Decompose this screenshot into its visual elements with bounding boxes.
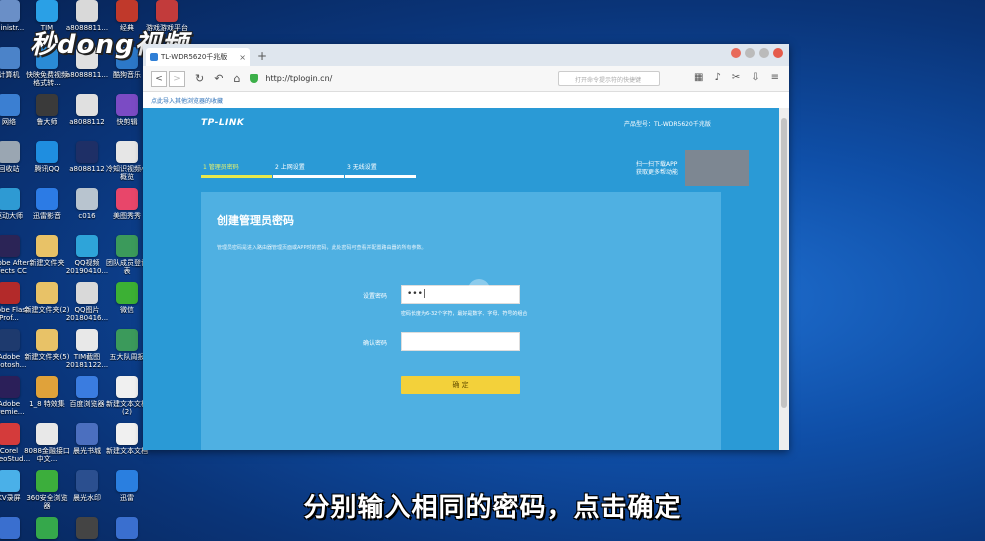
desktop-icon-image (76, 141, 98, 163)
desktop-icon-image (0, 0, 20, 22)
desktop-icon-image (36, 376, 58, 398)
desktop-icon-image (76, 282, 98, 304)
router-setup-page: TP-LINK 产品型号：TL-WDR5620千兆版 1 管理员密码 2 上网设… (143, 108, 779, 450)
menu-icon[interactable]: ≡ (771, 72, 779, 83)
browser-window: TL-WDR5620千兆版 × + < > ↻ ↶ ⌂ http://tplog… (143, 44, 789, 450)
user-avatar-icon[interactable] (731, 48, 741, 58)
desktop-icon-image (116, 188, 138, 210)
desktop-icon-image (0, 188, 20, 210)
desktop-icon-image (116, 235, 138, 257)
desktop-icon-image (36, 141, 58, 163)
app-download-text: 扫一扫下载APP 获取更多帮动能 (636, 161, 678, 177)
desktop-icon-image (36, 423, 58, 445)
step-label: 2 上网设置 (275, 164, 305, 171)
tab-bar: TL-WDR5620千兆版 × + (143, 44, 789, 66)
desktop-icon-image (36, 329, 58, 351)
desktop-icon-image (116, 94, 138, 116)
mouse-cursor-highlight (468, 279, 490, 301)
desktop-icon-image (156, 0, 178, 22)
confirm-button[interactable]: 确 定 (401, 376, 520, 394)
desktop-icon-image (0, 141, 20, 163)
app-download-line: 获取更多帮动能 (636, 169, 679, 176)
app-download-line: 扫一扫下载APP (636, 161, 678, 168)
close-window-button[interactable] (773, 48, 783, 58)
minimize-button[interactable] (745, 48, 755, 58)
desktop-icon-image (76, 423, 98, 445)
panel-title: 创建管理员密码 (217, 214, 294, 227)
toolbar-right-icons: ▦ ♪ ✂ ⇩ ≡ (694, 72, 779, 83)
browser-tab[interactable]: TL-WDR5620千兆版 × (146, 48, 250, 66)
tab-title: TL-WDR5620千兆版 (161, 53, 228, 61)
desktop-icon-image (0, 423, 20, 445)
desktop-icon-image (76, 94, 98, 116)
step-label: 1 管理员密码 (203, 164, 239, 171)
desktop-icon-image (116, 376, 138, 398)
qr-code-image (685, 150, 749, 186)
refresh-icon[interactable]: ↻ (195, 72, 204, 85)
browser-toolbar: < > ↻ ↶ ⌂ http://tplogin.cn/ 打开命令提示符的快捷键… (143, 66, 789, 92)
forward-button[interactable]: > (169, 70, 185, 87)
window-controls (731, 48, 783, 58)
home-icon[interactable]: ⌂ (233, 72, 240, 85)
password-input[interactable]: •••| (401, 285, 520, 304)
video-caption: 分别输入相同的密码，点击确定 (303, 493, 682, 523)
step-bar (201, 175, 272, 178)
tp-link-logo: TP-LINK (201, 118, 245, 128)
address-bar[interactable]: http://tplogin.cn/ (265, 74, 332, 83)
panel-description: 管理员密码是进入路由器管理页面或APP时的密码，此处密码可查看并配置路由器的所有… (217, 245, 427, 251)
product-model: 产品型号：TL-WDR5620千兆版 (624, 121, 711, 128)
desktop-icon-image (0, 329, 20, 351)
tp-link-favicon-icon (150, 53, 158, 61)
desktop-icon-image (116, 0, 138, 22)
desktop-icon-image (76, 188, 98, 210)
desktop-icon-image (76, 329, 98, 351)
bookmark-import-link[interactable]: 点此导入其他浏览器的收藏 (143, 92, 789, 108)
desktop-icon-image (0, 235, 20, 257)
desktop-icon-image (36, 0, 58, 22)
undo-icon[interactable]: ↶ (214, 72, 223, 85)
desktop-icon-image (36, 282, 58, 304)
apps-icon[interactable]: ▦ (694, 72, 703, 83)
new-tab-button[interactable]: + (254, 49, 270, 65)
admin-password-panel: 创建管理员密码 管理员密码是进入路由器管理页面或APP时的密码，此处密码可查看并… (201, 192, 721, 450)
desktop-icon-image (76, 0, 98, 22)
back-button[interactable]: < (151, 70, 167, 87)
password-label: 设置密码 (363, 293, 388, 300)
desktop-icon-image (0, 376, 20, 398)
step-bar (273, 175, 344, 178)
scissors-icon[interactable]: ✂ (732, 72, 740, 83)
step-admin-password: 1 管理员密码 (201, 162, 273, 178)
desktop-icon-image (116, 141, 138, 163)
scrollbar-thumb[interactable] (781, 118, 787, 408)
desktop-icon-image (0, 282, 20, 304)
sound-icon[interactable]: ♪ (714, 72, 720, 83)
desktop-icon-image (0, 94, 20, 116)
desktop-icon-image (36, 94, 58, 116)
step-label: 3 无线设置 (347, 164, 377, 171)
desktop-icon-image (76, 235, 98, 257)
desktop-icon-image (116, 282, 138, 304)
search-input[interactable]: 打开命令提示符的快捷键 (558, 71, 660, 86)
download-icon[interactable]: ⇩ (751, 72, 759, 83)
step-bar (345, 175, 416, 178)
step-internet-settings: 2 上网设置 (273, 162, 345, 178)
maximize-button[interactable] (759, 48, 769, 58)
desktop-icon-image (76, 376, 98, 398)
confirm-password-input[interactable] (401, 332, 520, 351)
desktop-icon-image (116, 329, 138, 351)
desktop-icon-image (0, 47, 20, 69)
tab-close-icon[interactable]: × (239, 53, 246, 62)
page-scrollbar[interactable] (779, 108, 789, 450)
step-wireless-settings: 3 无线设置 (345, 162, 417, 178)
confirm-password-label: 确认密码 (363, 340, 388, 347)
security-shield-icon (250, 74, 259, 83)
setup-steps: 1 管理员密码 2 上网设置 3 无线设置 (201, 162, 417, 178)
desktop-icon-image (36, 188, 58, 210)
password-hint: 密码长度为6-32个字符，最好是数字、字母、符号的组合 (401, 311, 528, 317)
desktop-icon-image (36, 235, 58, 257)
desktop-icon-image (116, 423, 138, 445)
